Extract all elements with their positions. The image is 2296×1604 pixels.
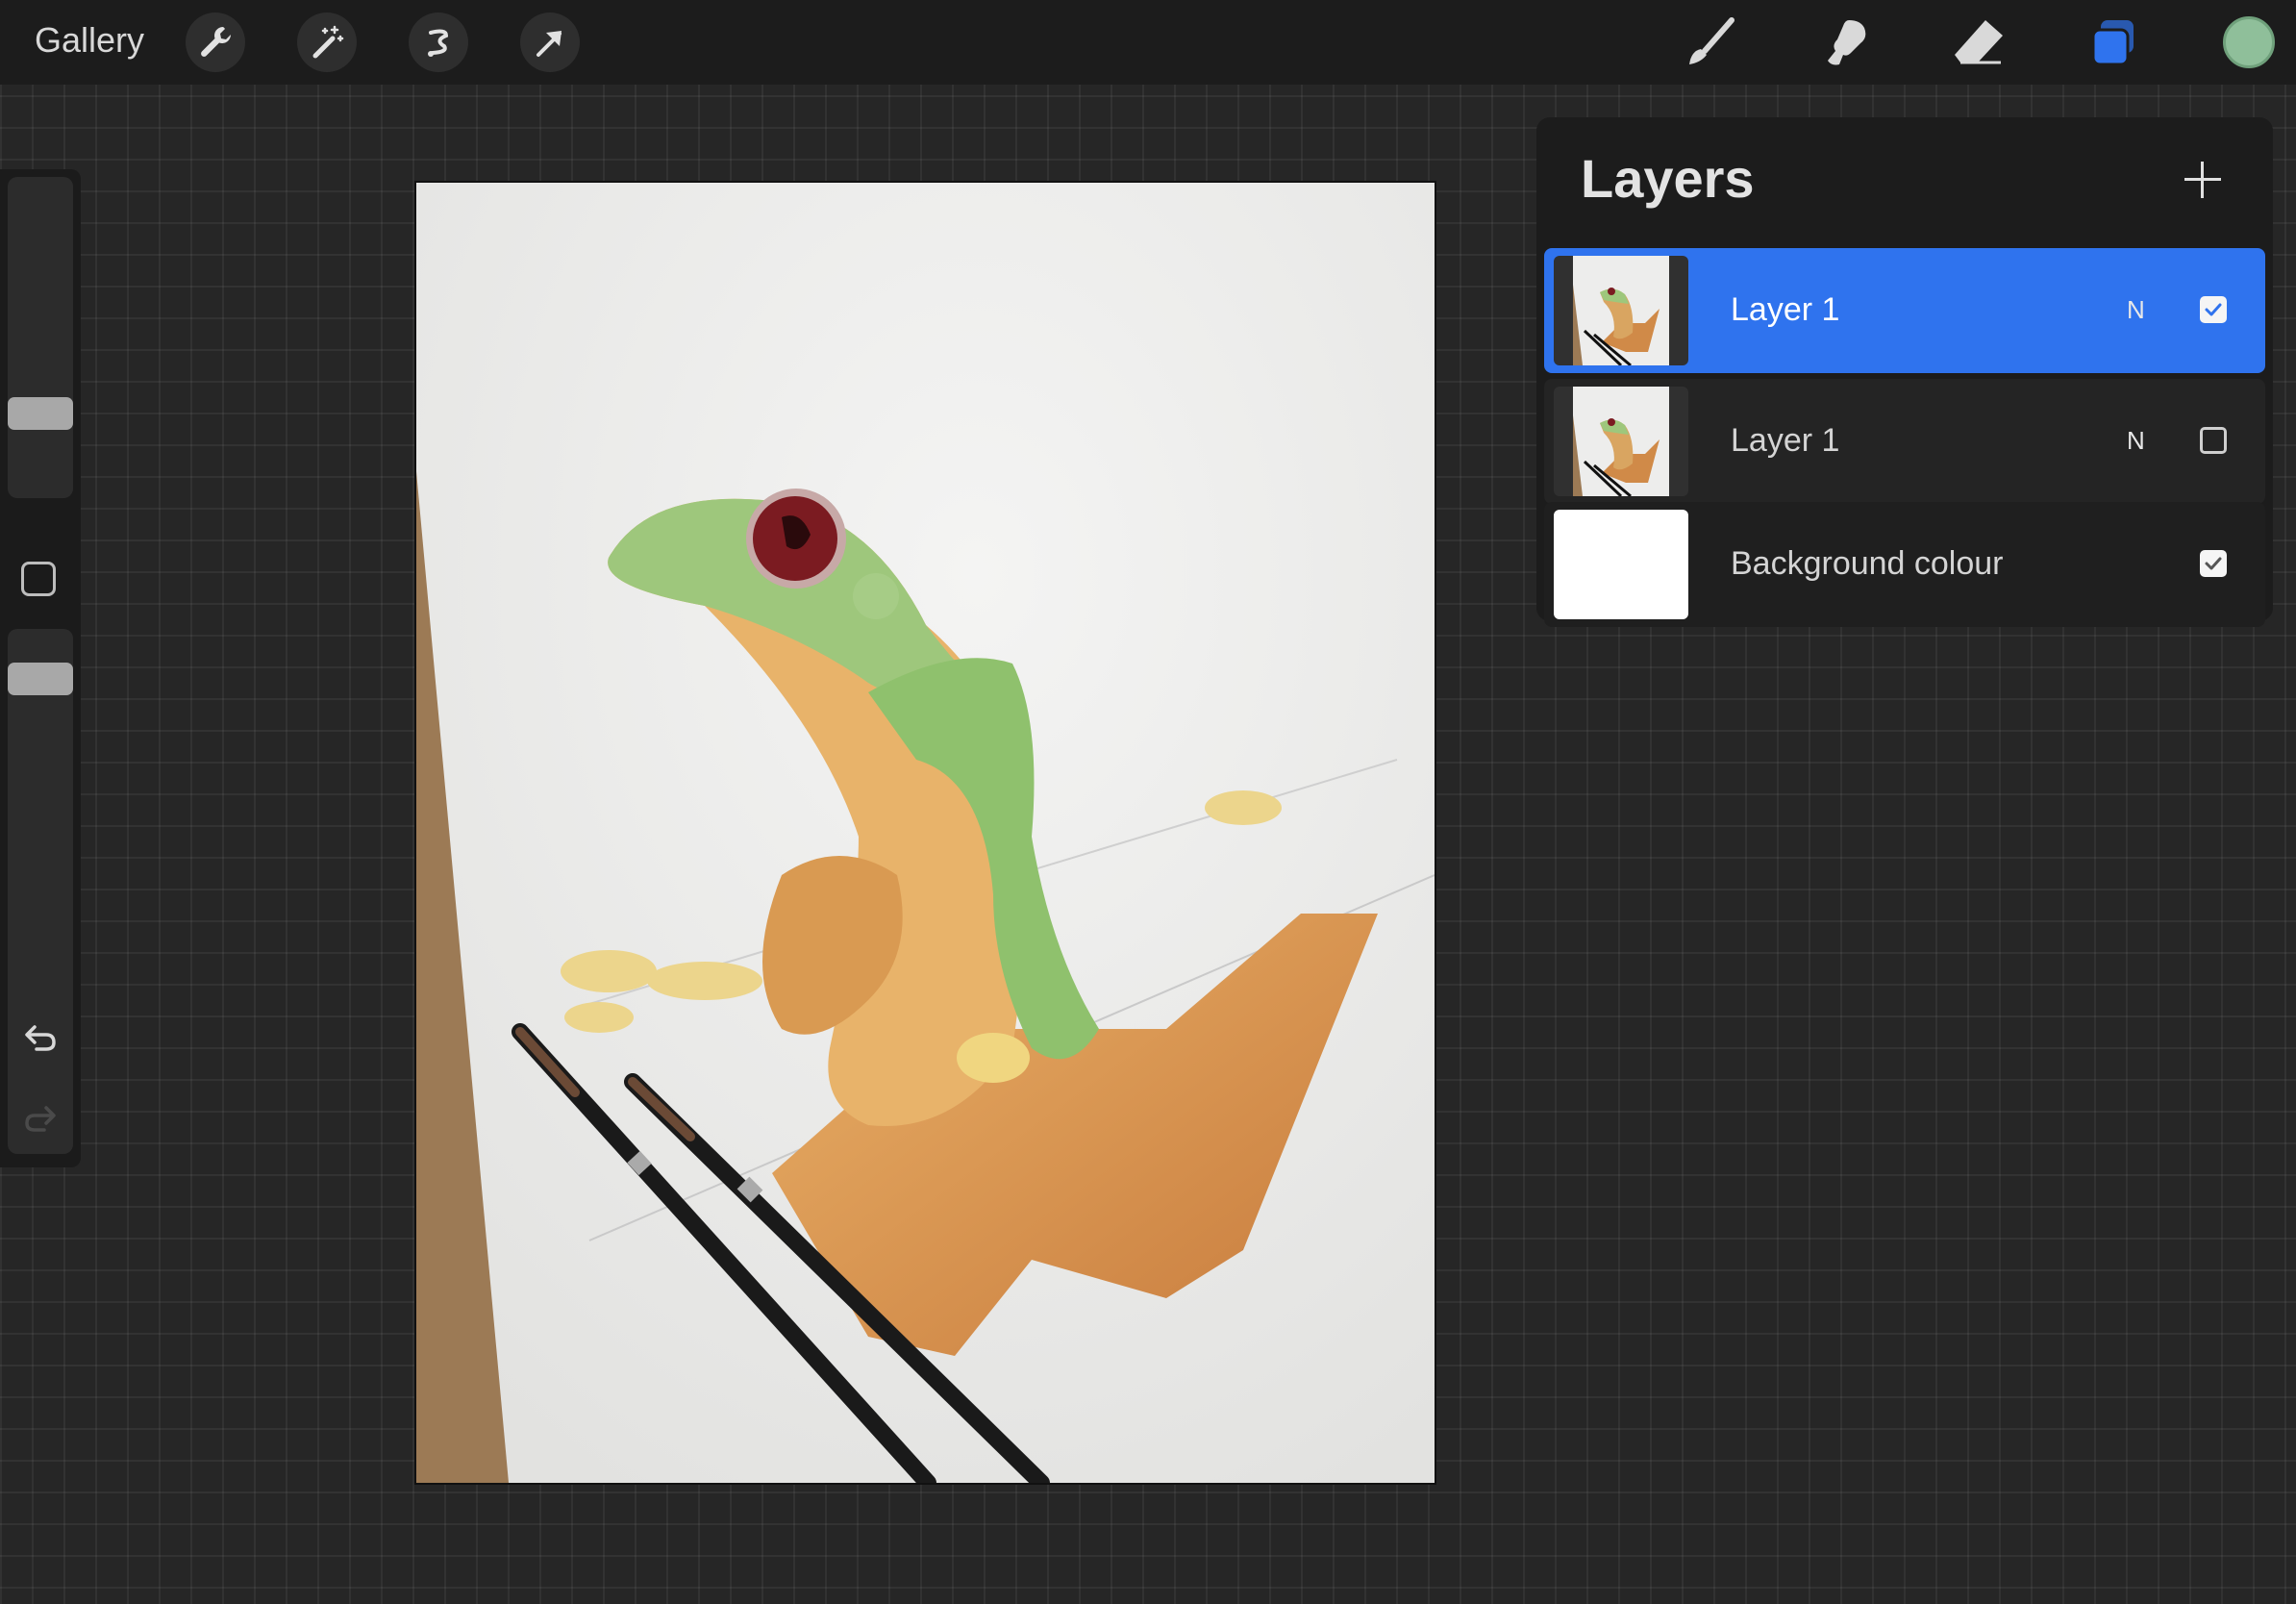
eraser-icon[interactable] (1948, 12, 2009, 73)
color-picker-button[interactable] (2223, 16, 2275, 68)
selection-icon[interactable] (409, 13, 468, 72)
add-layer-icon[interactable] (2177, 154, 2229, 206)
layer-row-2[interactable]: Layer 1 N (1544, 379, 2265, 504)
opacity-handle[interactable] (8, 663, 73, 695)
wrench-icon[interactable] (186, 13, 245, 72)
background-colour-row[interactable]: Background colour (1544, 502, 2265, 627)
layer-thumbnail (1554, 256, 1688, 365)
layer-name: Layer 1 (1731, 422, 1840, 459)
layer-row-1[interactable]: Layer 1 N (1544, 248, 2265, 373)
layer-thumbnail (1554, 387, 1688, 496)
brush-size-handle[interactable] (8, 397, 73, 430)
smudge-icon[interactable] (1815, 12, 1877, 73)
top-toolbar: Gallery (0, 0, 2296, 85)
layer-name: Background colour (1731, 545, 2004, 582)
layer-name: Layer 1 (1731, 291, 1840, 328)
transform-arrow-icon[interactable] (520, 13, 580, 72)
gallery-button[interactable]: Gallery (35, 19, 144, 62)
layer-visibility-checkbox[interactable] (2200, 550, 2227, 577)
brush-icon[interactable] (1681, 12, 1742, 73)
layers-panel: Layers Layer 1 N Layer 1 N Background co… (1536, 117, 2273, 627)
redo-icon[interactable] (17, 1094, 63, 1140)
blend-mode-button[interactable]: N (2127, 292, 2145, 327)
magic-wand-icon[interactable] (297, 13, 357, 72)
layer-visibility-checkbox[interactable] (2200, 427, 2227, 454)
layers-icon[interactable] (2083, 12, 2144, 73)
brush-size-slider[interactable] (8, 177, 73, 498)
layer-visibility-checkbox[interactable] (2200, 296, 2227, 323)
opacity-slider[interactable] (8, 629, 73, 1154)
modify-button[interactable] (21, 562, 56, 596)
background-colour-swatch (1554, 510, 1688, 619)
layers-title: Layers (1581, 148, 1755, 209)
left-sidebar (0, 169, 81, 1167)
frog-painting (416, 183, 1435, 1483)
undo-icon[interactable] (17, 1014, 63, 1060)
drawing-canvas[interactable] (416, 183, 1435, 1483)
blend-mode-button[interactable]: N (2127, 423, 2145, 458)
